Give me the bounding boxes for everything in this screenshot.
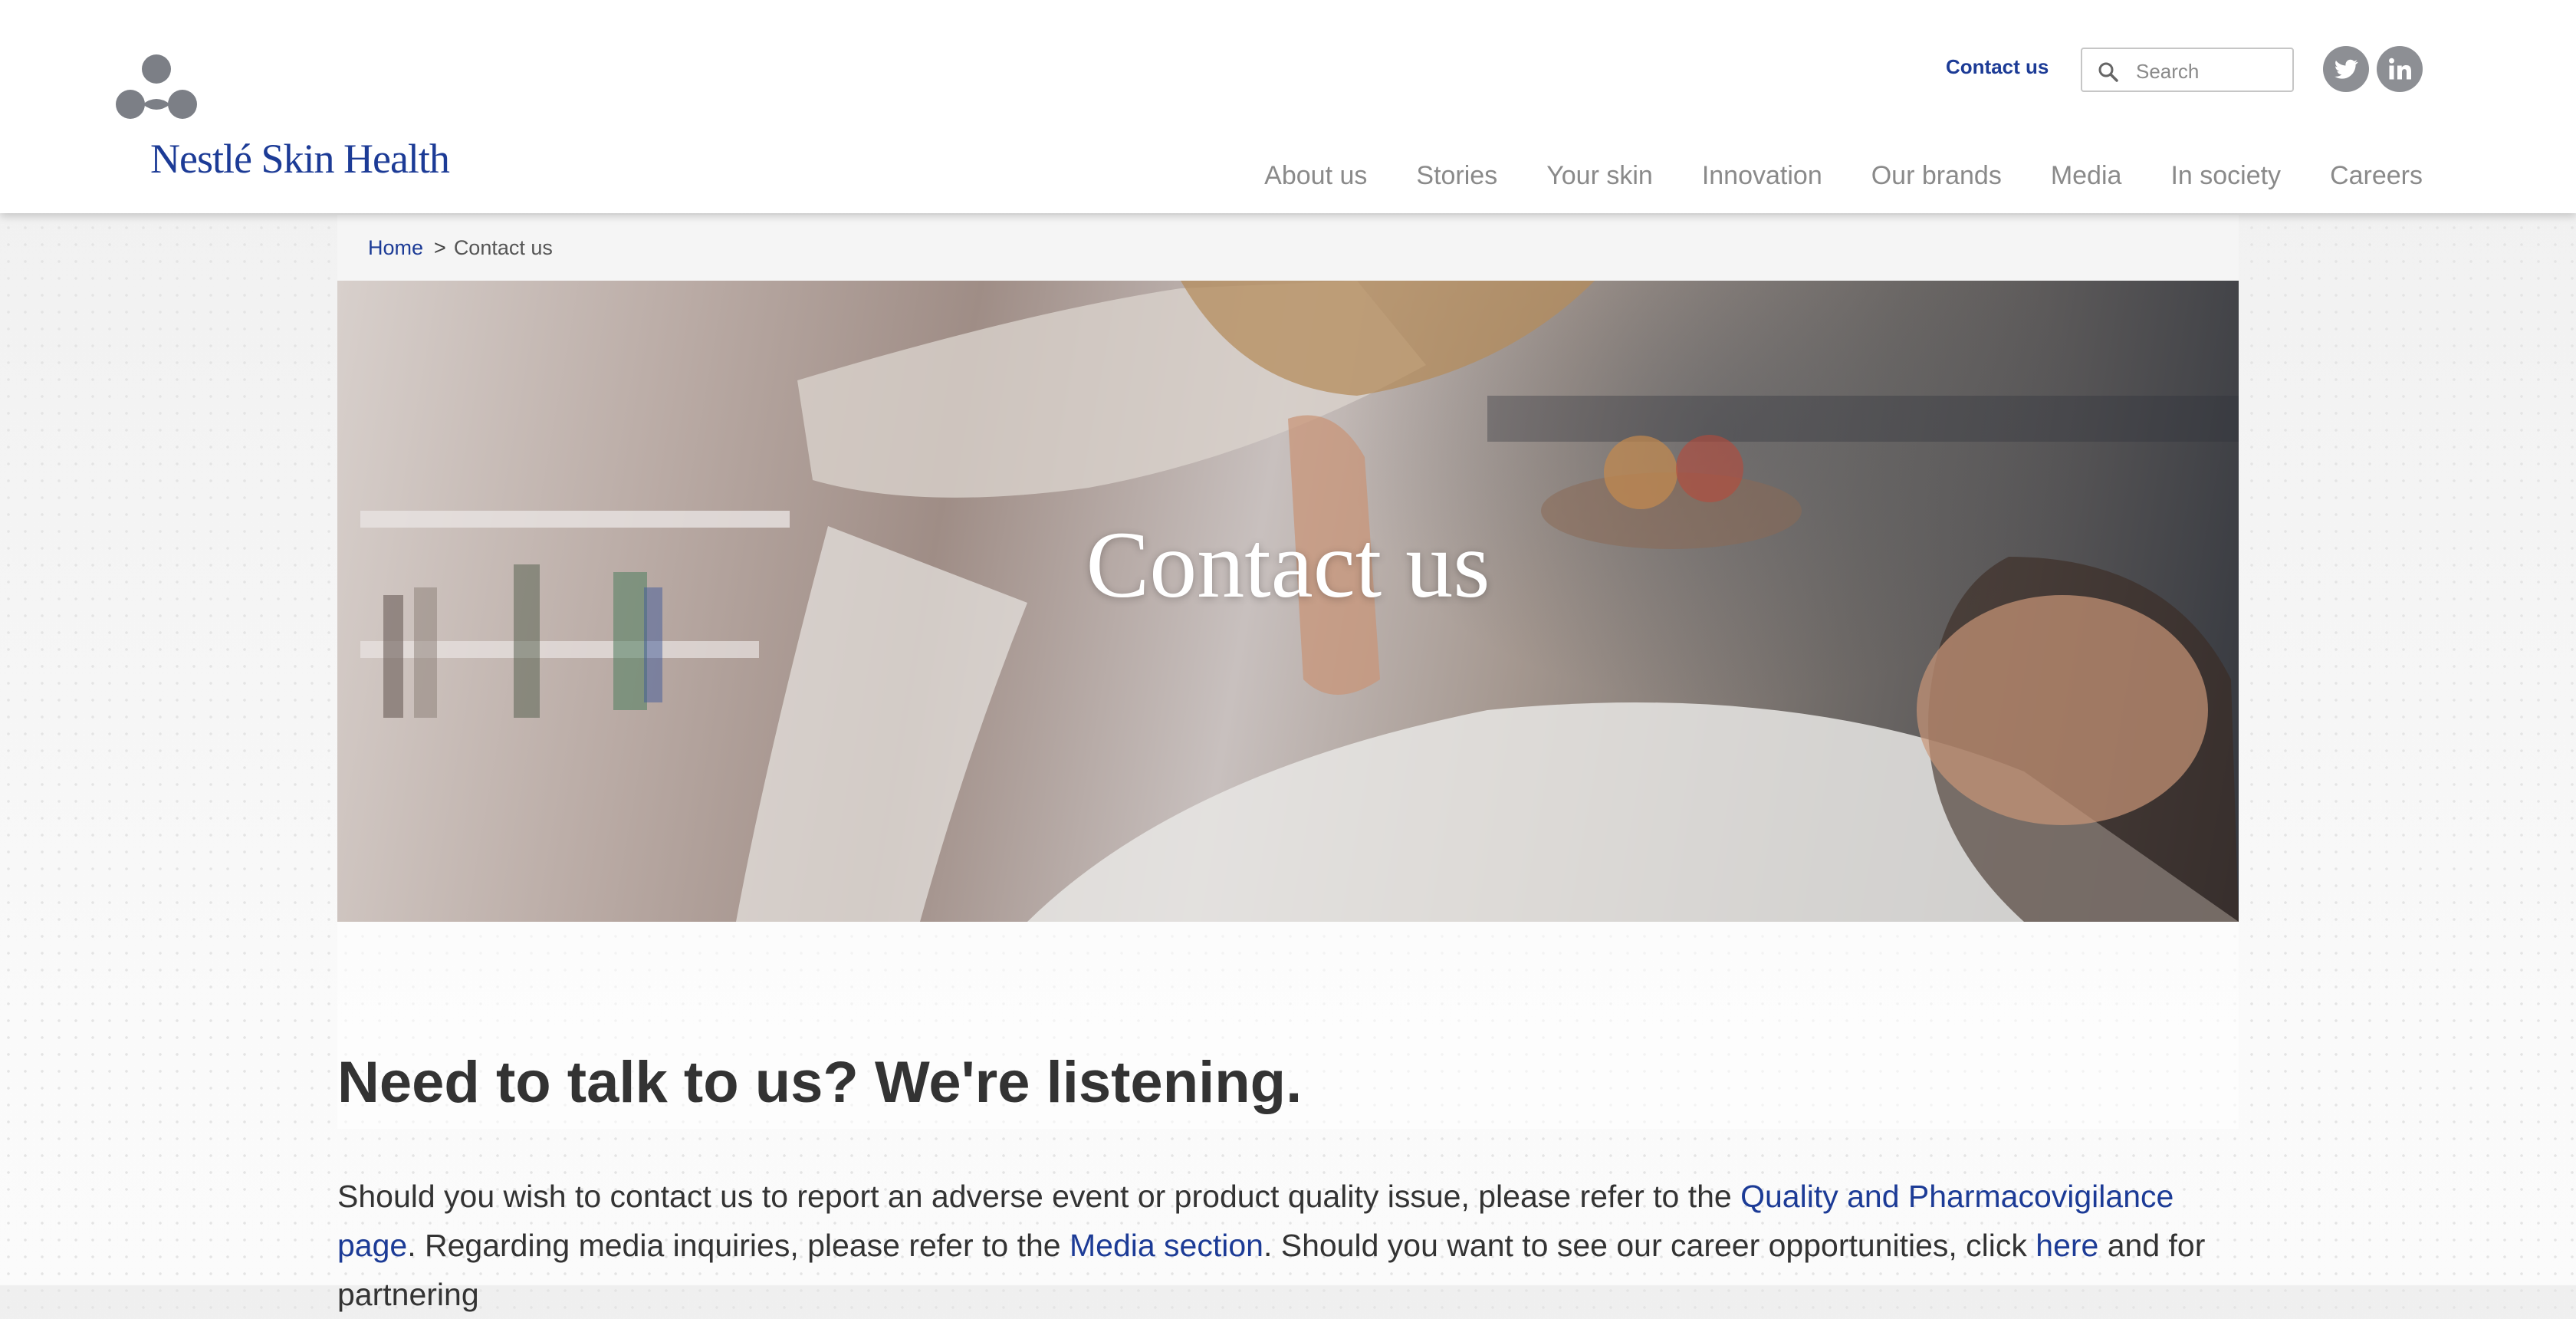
linkedin-icon: [2389, 58, 2411, 80]
careers-here-link[interactable]: here: [2036, 1228, 2098, 1263]
search-icon: [2098, 62, 2118, 82]
nav-stories[interactable]: Stories: [1416, 161, 1497, 191]
search-box[interactable]: [2081, 48, 2294, 92]
nav-in-society[interactable]: In society: [2170, 161, 2281, 191]
intro-paragraph: Should you wish to contact us to report …: [337, 1172, 2239, 1319]
media-section-link[interactable]: Media section: [1070, 1228, 1263, 1263]
brand-name: Nestlé Skin Health: [150, 136, 450, 182]
hero-banner: Contact us: [337, 281, 2239, 922]
nav-our-brands[interactable]: Our brands: [1871, 161, 2002, 191]
nav-media[interactable]: Media: [2051, 161, 2122, 191]
breadcrumb-home-link[interactable]: Home: [368, 236, 423, 259]
logo-dots-icon: [116, 54, 197, 119]
brand-logo[interactable]: Nestlé Skin Health: [115, 51, 483, 189]
twitter-icon: [2334, 59, 2358, 79]
nav-careers[interactable]: Careers: [2330, 161, 2423, 191]
search-input[interactable]: [2134, 57, 2291, 86]
intro-text-2: . Regarding media inquiries, please refe…: [407, 1228, 1070, 1263]
intro-text-3: . Should you want to see our career oppo…: [1263, 1228, 2036, 1263]
intro-text-1: Should you wish to contact us to report …: [337, 1179, 1741, 1214]
breadcrumb: Home > Contact us: [337, 215, 2239, 281]
nav-innovation[interactable]: Innovation: [1702, 161, 1822, 191]
site-header: Nestlé Skin Health Contact us About us S…: [0, 0, 2576, 213]
twitter-button[interactable]: [2323, 46, 2369, 92]
breadcrumb-separator: >: [434, 236, 446, 259]
contact-us-link[interactable]: Contact us: [1946, 55, 2049, 79]
nav-your-skin[interactable]: Your skin: [1546, 161, 1653, 191]
page-heading: Need to talk to us? We're listening.: [337, 1050, 1303, 1115]
nav-about-us[interactable]: About us: [1264, 161, 1367, 191]
linkedin-button[interactable]: [2377, 46, 2423, 92]
hero-title: Contact us: [1086, 512, 1490, 617]
breadcrumb-current: Contact us: [453, 236, 553, 259]
main-nav: About us Stories Your skin Innovation Ou…: [1215, 161, 2423, 191]
